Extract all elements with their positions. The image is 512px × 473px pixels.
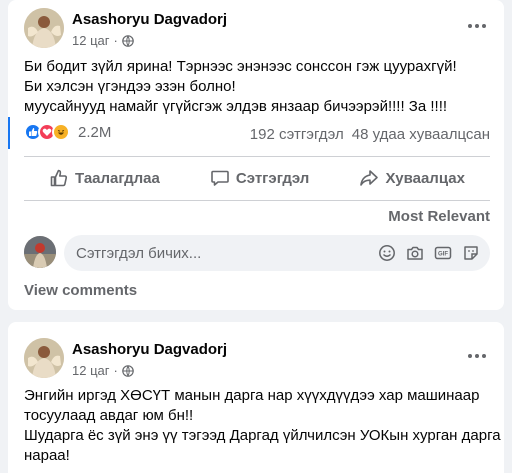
post-time[interactable]: 12 цаг bbox=[72, 363, 110, 378]
camera-icon[interactable] bbox=[406, 244, 424, 262]
svg-text:GIF: GIF bbox=[438, 252, 448, 258]
post-meta: 12 цаг · bbox=[72, 33, 134, 48]
more-options-icon[interactable] bbox=[468, 350, 490, 362]
post-text-line: тосуулаад авдаг юм бн!! bbox=[24, 407, 194, 424]
avatar[interactable] bbox=[24, 8, 64, 48]
view-comments-link[interactable]: View comments bbox=[24, 282, 137, 299]
current-user-avatar[interactable] bbox=[24, 236, 56, 268]
post-text-line: Би хэлсэн үгэндээ эзэн болно! bbox=[24, 78, 236, 95]
post-time[interactable]: 12 цаг bbox=[72, 33, 110, 48]
post-card: Asashoryu Dagvadorj 12 цаг · Би бодит зү… bbox=[8, 0, 504, 310]
comment-button[interactable]: Сэтгэгдэл bbox=[200, 162, 319, 194]
like-button-label: Таалагдлаа bbox=[75, 169, 160, 187]
comment-icon bbox=[211, 170, 229, 186]
post-text-line: Энгийн иргэд ХӨСҮТ манын дарга нар хүүхд… bbox=[24, 387, 480, 404]
reactions-count: 2.2M bbox=[78, 123, 112, 141]
author-name[interactable]: Asashoryu Dagvadorj bbox=[72, 341, 227, 358]
share-icon bbox=[360, 170, 379, 186]
post-text-line: Шударга ёс зүй энэ үү тэгээд Даргад үйлч… bbox=[24, 427, 501, 444]
post-text-line: нараа! bbox=[24, 447, 70, 464]
author-name[interactable]: Asashoryu Dagvadorj bbox=[72, 11, 227, 28]
thumbs-up-icon bbox=[50, 169, 68, 187]
like-button[interactable]: Таалагдлаа bbox=[39, 162, 170, 194]
comment-tools: GIF bbox=[378, 244, 480, 262]
post-text: Энгийн иргэд ХӨСҮТ манын дарга нар хүүхд… bbox=[24, 386, 501, 466]
focus-indicator bbox=[8, 117, 10, 149]
haha-icon bbox=[52, 123, 70, 141]
reactions-summary[interactable]: 2.2M bbox=[24, 123, 111, 141]
more-options-icon[interactable] bbox=[468, 20, 490, 32]
share-button[interactable]: Хуваалцах bbox=[349, 162, 474, 194]
post-meta: 12 цаг · bbox=[72, 363, 134, 378]
globe-icon bbox=[122, 364, 134, 377]
post-actions: Таалагдлаа Сэтгэгдэл Хуваалцах bbox=[24, 160, 490, 196]
divider bbox=[24, 200, 490, 201]
post-text-line: муусайнууд намайг үгүйсгэж элдэв янзаар … bbox=[24, 98, 448, 115]
comment-button-label: Сэтгэгдэл bbox=[235, 169, 310, 187]
globe-icon bbox=[122, 34, 134, 47]
comments-count[interactable]: 192 сэтгэгдэл bbox=[250, 126, 344, 143]
engagement-counts: 192 сэтгэгдэл 48 удаа хуваалцсан bbox=[250, 126, 490, 143]
emoji-icon[interactable] bbox=[378, 244, 396, 262]
sticker-icon[interactable] bbox=[462, 244, 480, 262]
divider bbox=[24, 156, 490, 157]
post-card: Asashoryu Dagvadorj 12 цаг · Энгийн иргэ… bbox=[8, 322, 504, 473]
shares-count[interactable]: 48 удаа хуваалцсан bbox=[352, 126, 490, 143]
gif-icon[interactable]: GIF bbox=[434, 244, 452, 262]
comment-input[interactable] bbox=[76, 244, 378, 262]
share-button-label: Хуваалцах bbox=[385, 169, 465, 187]
post-text-line: Би бодит зүйл ярина! Тэрнээс энэнээс сон… bbox=[24, 58, 457, 75]
post-text: Би бодит зүйл ярина! Тэрнээс энэнээс сон… bbox=[24, 57, 490, 117]
avatar[interactable] bbox=[24, 338, 64, 378]
comment-sort-dropdown[interactable]: Most Relevant bbox=[388, 208, 490, 225]
comment-input-box[interactable]: GIF bbox=[64, 235, 490, 271]
